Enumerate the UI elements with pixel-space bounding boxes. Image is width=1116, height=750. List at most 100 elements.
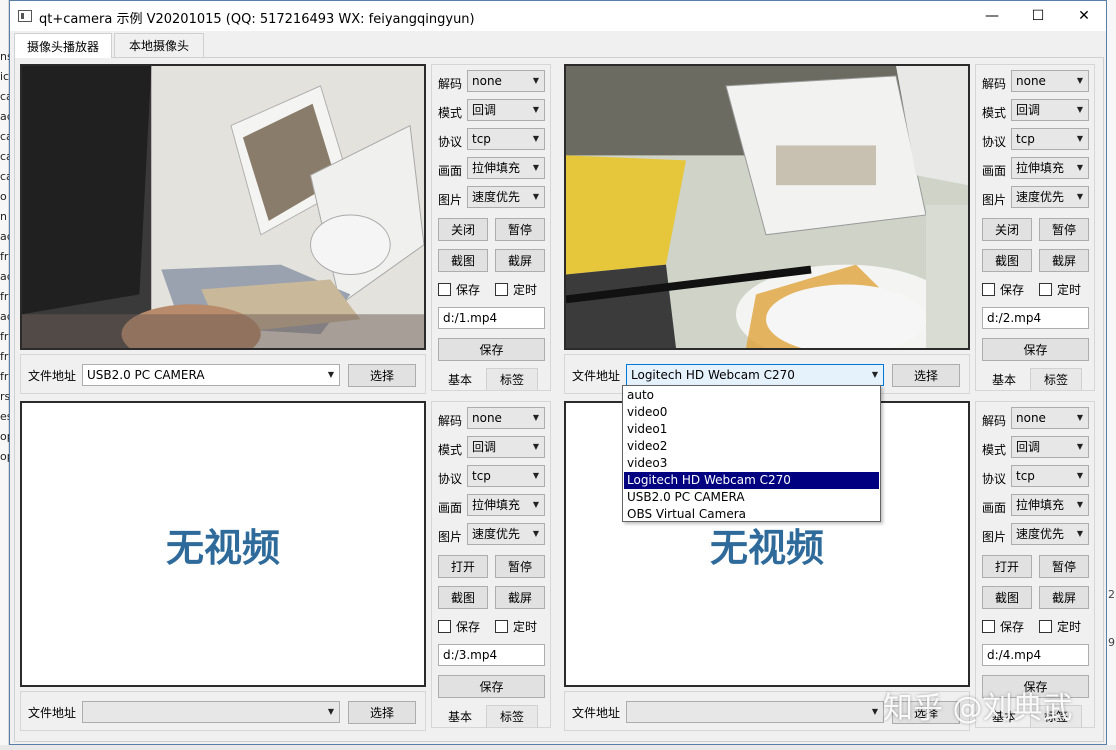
dropdown-option[interactable]: USB2.0 PC CAMERA [624, 489, 879, 506]
tab-tags[interactable]: 标签 [1030, 368, 1082, 390]
save-path-input[interactable]: d:/3.mp4 [438, 644, 545, 666]
choose-button[interactable]: 选择 [348, 701, 416, 724]
checkbox-box[interactable] [982, 283, 995, 296]
checkbox-box[interactable] [1039, 620, 1052, 633]
open-stream-button[interactable]: 打开 [438, 555, 488, 578]
maximize-button[interactable]: ☐ [1015, 1, 1061, 31]
close-window-button[interactable]: ✕ [1061, 1, 1107, 31]
file-source-combobox[interactable]: ▼ [626, 701, 884, 723]
image-combobox[interactable]: 速度优先 ▼ [1011, 523, 1089, 545]
save-checkbox[interactable]: 保存 [438, 618, 480, 635]
video-display-1[interactable] [20, 64, 426, 350]
mode-combobox[interactable]: 回调 ▼ [467, 99, 545, 121]
pause-button[interactable]: 暂停 [495, 555, 545, 578]
dropdown-option[interactable]: video2 [624, 438, 879, 455]
tab-tags[interactable]: 标签 [486, 368, 538, 390]
snapshot-button[interactable]: 截图 [982, 249, 1032, 272]
decode-combobox[interactable]: none ▼ [1011, 407, 1089, 429]
checkbox-box[interactable] [438, 620, 451, 633]
protocol-combobox[interactable]: tcp ▼ [1011, 465, 1089, 487]
dropdown-option[interactable]: auto [624, 387, 879, 404]
chevron-down-icon: ▼ [532, 529, 539, 538]
pause-button[interactable]: 暂停 [1039, 218, 1089, 241]
open-stream-button[interactable]: 打开 [982, 555, 1032, 578]
dropdown-option[interactable]: Logitech HD Webcam C270 [624, 472, 879, 489]
save-path-input[interactable]: d:/2.mp4 [982, 307, 1089, 329]
mode-combobox[interactable]: 回调 ▼ [1011, 436, 1089, 458]
chevron-down-icon: ▼ [532, 192, 539, 201]
decode-combobox[interactable]: none ▼ [467, 407, 545, 429]
video-display-3[interactable]: 无视频 [20, 401, 426, 687]
window-title: qt+camera 示例 V20201015 (QQ: 517216493 WX… [39, 12, 475, 27]
file-source-combobox[interactable]: ▼ [82, 701, 340, 723]
decode-combobox[interactable]: none ▼ [1011, 70, 1089, 92]
tab-basic[interactable]: 基本 [980, 368, 1028, 390]
tab-basic[interactable]: 基本 [436, 368, 484, 390]
save-checkbox[interactable]: 保存 [982, 281, 1024, 298]
picture-combobox[interactable]: 拉伸填充 ▼ [1011, 157, 1089, 179]
save-checkbox[interactable]: 保存 [982, 618, 1024, 635]
tab-basic[interactable]: 基本 [436, 705, 484, 727]
protocol-combobox[interactable]: tcp ▼ [1011, 128, 1089, 150]
protocol-combobox[interactable]: tcp ▼ [467, 465, 545, 487]
image-combobox[interactable]: 速度优先 ▼ [467, 523, 545, 545]
save-button[interactable]: 保存 [982, 338, 1089, 361]
protocol-value: tcp [472, 132, 491, 146]
screenshot-button[interactable]: 截屏 [1039, 249, 1089, 272]
choose-button[interactable]: 选择 [348, 364, 416, 387]
timer-checkbox[interactable]: 定时 [1039, 618, 1081, 635]
save-checkbox[interactable]: 保存 [438, 281, 480, 298]
close-stream-button[interactable]: 关闭 [438, 218, 488, 241]
dropdown-option[interactable]: video0 [624, 404, 879, 421]
screenshot-button[interactable]: 截屏 [1039, 586, 1089, 609]
save-path-input[interactable]: d:/1.mp4 [438, 307, 545, 329]
dropdown-option[interactable]: video1 [624, 421, 879, 438]
picture-combobox[interactable]: 拉伸填充 ▼ [467, 157, 545, 179]
protocol-combobox[interactable]: tcp ▼ [467, 128, 545, 150]
title-bar[interactable]: qt+camera 示例 V20201015 (QQ: 517216493 WX… [10, 1, 1106, 31]
tab-camera-player[interactable]: 摄像头播放器 [14, 33, 112, 58]
snapshot-button[interactable]: 截图 [438, 586, 488, 609]
mode-label: 模式 [982, 443, 1007, 457]
save-button[interactable]: 保存 [438, 338, 545, 361]
tab-local-camera[interactable]: 本地摄像头 [114, 33, 204, 57]
file-source-combobox[interactable]: Logitech HD Webcam C270 ▼ [626, 364, 884, 386]
snapshot-button[interactable]: 截图 [438, 249, 488, 272]
save-button[interactable]: 保存 [438, 675, 545, 698]
dropdown-option[interactable]: video3 [624, 455, 879, 472]
image-combobox[interactable]: 速度优先 ▼ [1011, 186, 1089, 208]
timer-checkbox[interactable]: 定时 [1039, 281, 1081, 298]
screenshot-button[interactable]: 截屏 [495, 586, 545, 609]
mode-combobox[interactable]: 回调 ▼ [467, 436, 545, 458]
checkbox-box[interactable] [438, 283, 451, 296]
tab-tags[interactable]: 标签 [486, 705, 538, 727]
camera-source-dropdown-list[interactable]: auto video0 video1 video2 video3 Logitech HD … [622, 385, 881, 522]
file-source-combobox[interactable]: USB2.0 PC CAMERA ▼ [82, 364, 340, 386]
dropdown-option[interactable]: OBS Virtual Camera [624, 506, 879, 523]
control-panel-3: 解码 none ▼ 模式 回调 ▼ 协议 tcp ▼ 画面 拉伸填充 ▼ 图片 速度优先 ▼ 打开 暂停 截图 截屏… [431, 401, 551, 728]
close-stream-button[interactable]: 关闭 [982, 218, 1032, 241]
video-display-2[interactable] [564, 64, 970, 350]
checkbox-box[interactable] [495, 283, 508, 296]
minimize-button[interactable]: — [969, 1, 1015, 31]
picture-combobox[interactable]: 拉伸填充 ▼ [1011, 494, 1089, 516]
picture-combobox[interactable]: 拉伸填充 ▼ [467, 494, 545, 516]
checkbox-box[interactable] [495, 620, 508, 633]
pause-button[interactable]: 暂停 [1039, 555, 1089, 578]
mode-combobox[interactable]: 回调 ▼ [1011, 99, 1089, 121]
chevron-down-icon: ▼ [1076, 471, 1083, 480]
chevron-down-icon: ▼ [327, 370, 334, 379]
snapshot-button[interactable]: 截图 [982, 586, 1032, 609]
checkbox-box[interactable] [982, 620, 995, 633]
pause-button[interactable]: 暂停 [495, 218, 545, 241]
save-path-input[interactable]: d:/4.mp4 [982, 644, 1089, 666]
checkbox-box[interactable] [1039, 283, 1052, 296]
screenshot-button[interactable]: 截屏 [495, 249, 545, 272]
timer-checkbox[interactable]: 定时 [495, 281, 537, 298]
image-combobox[interactable]: 速度优先 ▼ [467, 186, 545, 208]
timer-checkbox[interactable]: 定时 [495, 618, 537, 635]
decode-combobox[interactable]: none ▼ [467, 70, 545, 92]
file-address-bar-1: 文件地址 USB2.0 PC CAMERA ▼ 选择 [20, 354, 426, 394]
choose-button[interactable]: 选择 [892, 364, 960, 387]
chevron-down-icon: ▼ [532, 413, 539, 422]
